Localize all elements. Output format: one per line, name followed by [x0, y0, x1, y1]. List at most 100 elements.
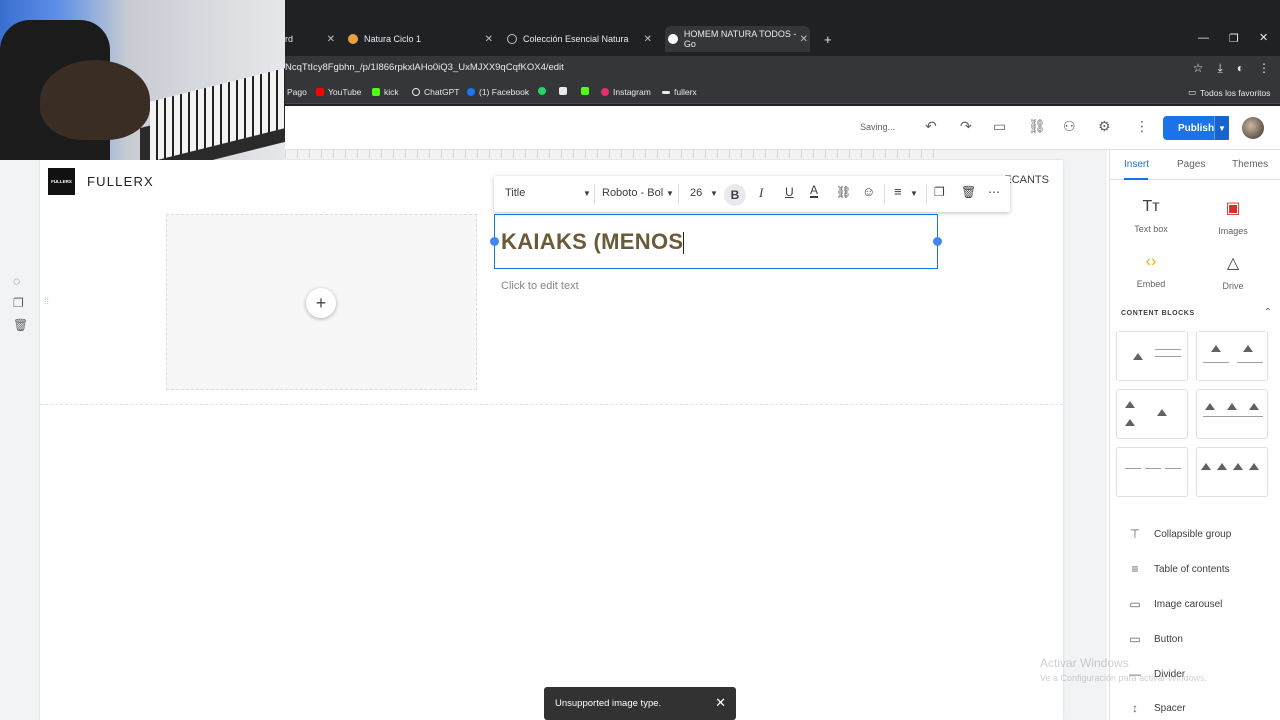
add-image-button[interactable]: + — [306, 288, 336, 318]
palette-icon[interactable]: ◌ — [13, 274, 28, 288]
publish-dropdown-icon[interactable]: ▼ — [1214, 116, 1229, 140]
bookmark-youtube[interactable]: YouTube — [316, 87, 361, 97]
more-horiz-icon[interactable]: ⋯ — [988, 185, 1000, 199]
insert-text-box[interactable]: Tт Text box — [1121, 198, 1181, 234]
paragraph-style-select[interactable]: Title — [505, 187, 525, 199]
content-block-1[interactable] — [1116, 331, 1188, 381]
bookmark-tiktok[interactable] — [559, 87, 567, 95]
browser-tab-3[interactable]: Colección Esencial Natura ✕ — [507, 26, 652, 52]
resize-handle-left[interactable] — [490, 237, 499, 246]
content-block-6[interactable] — [1196, 447, 1268, 497]
all-bookmarks-folder[interactable]: ▭ Todos los favoritos — [1188, 87, 1270, 98]
browser-tab-2[interactable]: Natura Ciclo 1 ✕ — [348, 26, 493, 52]
insert-spacer[interactable]: ↕ Spacer — [1128, 701, 1186, 715]
resize-handle-right[interactable] — [933, 237, 942, 246]
drag-handle-icon[interactable]: ⁞⁞ — [44, 296, 49, 306]
tab-pages[interactable]: Pages — [1177, 159, 1205, 170]
share-icon[interactable]: ⚇ — [1063, 118, 1076, 135]
insert-table-of-contents[interactable]: ≡ Table of contents — [1128, 562, 1229, 576]
body-text-placeholder[interactable]: Click to edit text — [501, 280, 579, 292]
bookmark-instagram[interactable]: Instagram — [601, 87, 651, 97]
close-icon[interactable]: ✕ — [485, 34, 493, 45]
site-logo[interactable]: FULLERX — [48, 168, 75, 195]
insert-image-carousel[interactable]: ▭ Image carousel — [1128, 597, 1222, 611]
browser-tab-4-active[interactable]: HOMEM NATURA TODOS - Go ✕ — [665, 26, 810, 52]
browser-tab-1[interactable]: rd ✕ — [285, 26, 335, 52]
undo-icon[interactable]: ↶ — [925, 118, 937, 135]
text-format-toolbar: Title ▼ Roboto - Bol ▼ 26 ▼ B I U A ⛓ ☺ … — [494, 176, 1010, 212]
drive-icon: △ — [1226, 255, 1240, 272]
copy-icon[interactable]: ❐ — [934, 185, 945, 199]
align-left-icon[interactable]: ≡ — [894, 184, 902, 199]
content-block-5[interactable] — [1116, 447, 1188, 497]
chevron-down-icon[interactable]: ▼ — [666, 189, 674, 198]
tab-insert[interactable]: Insert — [1124, 159, 1149, 170]
bookmark-kick[interactable]: kick — [372, 87, 399, 97]
bookmark-pago[interactable]: Pago — [287, 87, 307, 97]
bookmark-facebook[interactable]: (1) Facebook — [467, 87, 529, 97]
minimize-icon[interactable]: — — [1198, 32, 1209, 44]
bookmark-chatgpt[interactable]: ChatGPT — [412, 87, 459, 97]
emoji-icon[interactable]: ☺ — [862, 184, 875, 199]
insert-images[interactable]: ▣ Images — [1203, 198, 1263, 236]
chevron-up-icon[interactable]: ⌃ — [1264, 307, 1272, 318]
bookmark-fullerx[interactable]: fullerx — [662, 87, 697, 97]
underline-icon[interactable]: U — [785, 185, 794, 199]
star-icon[interactable]: ☆ — [1193, 61, 1204, 76]
insert-button[interactable]: ▭ Button — [1128, 632, 1183, 646]
bookmark-whatsapp[interactable] — [538, 87, 546, 95]
duplicate-icon[interactable]: ❐ — [13, 296, 28, 310]
kebab-menu-icon[interactable]: ⋮ — [1258, 61, 1270, 76]
image-placeholder[interactable]: + — [166, 214, 477, 390]
close-window-icon[interactable]: ✕ — [1259, 31, 1268, 44]
bold-icon[interactable]: B — [724, 184, 746, 206]
text-line — [1203, 362, 1229, 363]
avatar[interactable] — [1242, 117, 1264, 139]
site-brand-name[interactable]: FULLERX — [87, 174, 154, 189]
link-icon[interactable]: ⛓ — [836, 185, 851, 199]
restore-icon[interactable]: ❐ — [1229, 32, 1239, 45]
redo-icon[interactable]: ↷ — [960, 118, 972, 135]
chevron-down-icon[interactable]: ▼ — [583, 189, 591, 198]
link-icon[interactable]: ⛓ — [1028, 118, 1046, 135]
section-tools: ◌ ❐ 🗑 — [13, 274, 28, 332]
divider — [884, 184, 885, 204]
settings-gear-icon[interactable]: ⚙ — [1098, 118, 1111, 135]
close-icon[interactable]: ✕ — [715, 695, 726, 711]
carousel-icon: ▭ — [1129, 597, 1141, 611]
content-block-2[interactable] — [1196, 331, 1268, 381]
title-text-box[interactable]: KAIAKS (MENOS — [490, 214, 942, 269]
delete-icon[interactable]: 🗑 — [13, 318, 28, 332]
text-color-icon[interactable]: A — [810, 184, 819, 198]
bookmark-kick-2[interactable] — [581, 87, 589, 95]
insert-drive[interactable]: △ Drive — [1203, 253, 1263, 291]
font-size-select[interactable]: 26 — [690, 187, 702, 199]
download-icon[interactable]: ⤓ — [1217, 61, 1222, 76]
trash-icon[interactable]: 🗑 — [961, 185, 976, 199]
site-nav-item[interactable]: ECANTS — [1004, 174, 1049, 186]
close-icon[interactable]: ✕ — [800, 34, 808, 45]
insert-collapsible-group[interactable]: ⊤ Collapsible group — [1128, 527, 1232, 541]
insert-embed[interactable]: ‹› Embed — [1121, 253, 1181, 289]
tab-themes[interactable]: Themes — [1232, 159, 1268, 170]
url-text[interactable]: NcqTtIcy8Fgbhn_/p/1I866rpkxlAHo0iQ3_UxMJ… — [285, 62, 564, 73]
text-line — [1203, 416, 1263, 417]
close-icon[interactable]: ✕ — [644, 34, 652, 45]
font-family-select[interactable]: Roboto - Bol — [602, 187, 663, 199]
image-placeholder-icon — [1249, 402, 1259, 410]
address-bar[interactable]: NcqTtIcy8Fgbhn_/p/1I866rpkxlAHo0iQ3_UxMJ… — [285, 56, 1280, 82]
more-vert-icon[interactable]: ⋮ — [1135, 118, 1149, 135]
chevron-down-icon[interactable]: ▼ — [910, 189, 918, 198]
new-tab-button[interactable]: + — [824, 26, 838, 52]
close-icon[interactable]: ✕ — [327, 34, 335, 45]
divider — [594, 184, 595, 204]
content-block-3[interactable] — [1116, 389, 1188, 439]
chevron-down-icon[interactable]: ▼ — [710, 189, 718, 198]
italic-icon[interactable]: I — [759, 185, 763, 201]
profile-icon[interactable]: ◐ — [1237, 61, 1244, 76]
content-block-4[interactable] — [1196, 389, 1268, 439]
content-blocks-heading: CONTENT BLOCKS — [1121, 310, 1195, 317]
bookmarks-bar: Pago YouTube kick ChatGPT (1) Facebook I… — [285, 82, 1280, 104]
preview-icon[interactable]: ▭ — [993, 118, 1006, 135]
title-text[interactable]: KAIAKS (MENOS — [501, 229, 685, 255]
